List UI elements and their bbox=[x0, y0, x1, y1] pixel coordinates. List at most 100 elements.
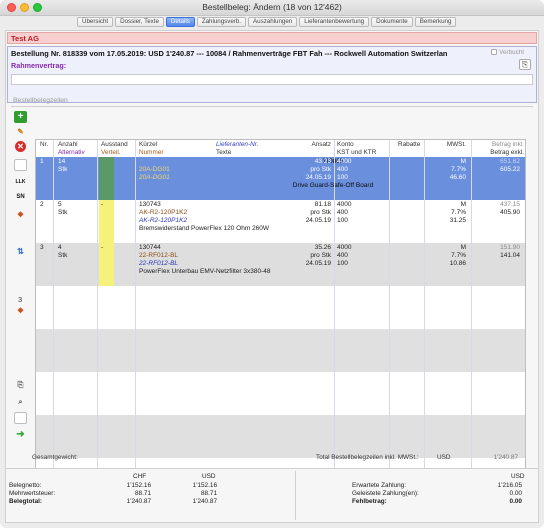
geleistete-zahlung-label: Geleistete Zahlung(en): bbox=[352, 490, 419, 497]
sort-lines-button[interactable]: ⇅ bbox=[14, 246, 27, 258]
tab-dokumente[interactable]: Dokumente bbox=[371, 17, 413, 27]
header-kst-ktr[interactable]: KST und KTR bbox=[337, 149, 376, 157]
verbucht-checkbox[interactable]: Verbucht bbox=[491, 49, 524, 56]
header-alternativ[interactable]: Alternativ bbox=[58, 149, 85, 157]
header-mwst[interactable]: MWSt. bbox=[436, 141, 466, 149]
window-title: Bestellbeleg: Ändern (18 von 12'462) bbox=[202, 2, 342, 12]
attachment-button[interactable]: ⎘ bbox=[519, 59, 531, 70]
copy-line-button[interactable] bbox=[14, 159, 27, 171]
row-einheit: Stk bbox=[58, 252, 68, 259]
fehlbetrag-label: Fehlbetrag: bbox=[352, 498, 387, 505]
order-lines-table: 1 14 Stk 110805 20A-DG01 20A-DG01 Drive … bbox=[35, 139, 526, 480]
header-verteil[interactable]: Verteil. bbox=[101, 149, 121, 157]
stack-icon: ❖ bbox=[17, 210, 24, 219]
mwst-usd: 88.71 bbox=[201, 490, 217, 497]
table-row[interactable]: 3 4 Stk - 130744 22-RF012-BL 22-RF012-BL… bbox=[36, 243, 525, 286]
tab-dossier-texte[interactable]: Dossier, Texte bbox=[115, 17, 164, 27]
totals-panel: CHF USD Belegnetto: Mehrwertsteuer: Bele… bbox=[5, 468, 539, 523]
table-row[interactable]: 2 5 Stk - 130743 AK-R2-120P1K2 AK-R2-120… bbox=[36, 200, 525, 243]
group-icon: ❖ bbox=[17, 306, 24, 315]
delete-line-button[interactable]: ✕ bbox=[15, 141, 26, 152]
fehlbetrag-value: 0.00 bbox=[509, 498, 522, 505]
row-lieferanten-nr: AK-R2-120P1K2 bbox=[139, 217, 188, 224]
rahmenvertrag-label: Rahmenvertrag: bbox=[11, 61, 67, 70]
edit-line-button[interactable]: ✎ bbox=[14, 126, 27, 138]
column-divider bbox=[334, 140, 335, 479]
status-indicator bbox=[99, 157, 114, 200]
column-divider bbox=[135, 140, 136, 479]
row-einheit: Stk bbox=[58, 166, 68, 173]
arrow-right-icon: ➜ bbox=[16, 429, 25, 440]
row-mwst-amount: 46.60 bbox=[449, 174, 466, 181]
tab-lieferantenbewertung[interactable]: Lieferantenbewertung bbox=[299, 17, 370, 27]
row-anzahl: 4 bbox=[58, 244, 62, 251]
row-text: Drive Guard-Safe-Off Board bbox=[292, 182, 374, 189]
company-bar: Test AG bbox=[7, 32, 537, 44]
search-line-button[interactable]: ⌕ bbox=[14, 396, 27, 408]
mwst-chf: 88.71 bbox=[135, 490, 151, 497]
pencil-icon: ✎ bbox=[17, 127, 24, 136]
chf-header: CHF bbox=[133, 473, 147, 480]
tab-auszahlungen[interactable]: Auszahlungen bbox=[248, 17, 298, 27]
tab-details[interactable]: Details bbox=[165, 17, 195, 27]
transfer-line-button[interactable]: ➜ bbox=[14, 429, 27, 441]
line-sheet-button[interactable] bbox=[14, 412, 27, 424]
row-mwst-rate: 7.7% bbox=[451, 166, 466, 173]
row-kst: 400 bbox=[337, 252, 348, 259]
sn-button[interactable]: SN bbox=[14, 191, 27, 203]
row-nr: 1 bbox=[40, 158, 44, 165]
row-kst: 400 bbox=[337, 166, 348, 173]
row-betrag-exkl: 405.90 bbox=[500, 209, 520, 216]
header-betrag-exkl[interactable]: Betrag exkl. bbox=[476, 149, 524, 157]
header-texte[interactable]: Texte bbox=[216, 149, 231, 157]
row-ausstand: - bbox=[101, 201, 104, 208]
header-kuerzel[interactable]: Kürzel bbox=[139, 141, 157, 149]
group-lines-button[interactable]: ❖ bbox=[14, 305, 27, 317]
row-nummer: 20A-DG01 bbox=[139, 166, 170, 173]
row-mwst-code: M bbox=[460, 244, 466, 251]
header-anzahl[interactable]: Anzahl bbox=[58, 141, 78, 149]
belegtotal-label: Belegtotal: bbox=[9, 498, 43, 505]
mwst-label: Mehrwertsteuer: bbox=[9, 490, 56, 497]
llk-button[interactable]: LLK bbox=[14, 176, 27, 188]
header-betrag-inkl[interactable]: Betrag inkl. bbox=[476, 141, 524, 149]
row-einheit: Stk bbox=[58, 209, 68, 216]
header-nr[interactable]: Nr. bbox=[40, 141, 48, 149]
column-divider bbox=[424, 140, 425, 479]
add-line-button[interactable]: + bbox=[14, 111, 27, 123]
total-lines-label: Total Bestellbelegzeilen inkl. MWSt.: bbox=[316, 454, 419, 461]
rahmenvertrag-field[interactable] bbox=[11, 74, 533, 85]
row-konto: 4000 bbox=[337, 158, 352, 165]
row-betrag-inkl: 151.90 bbox=[500, 244, 520, 251]
row-mwst-code: M bbox=[460, 158, 466, 165]
row-ansatz: 35.26 bbox=[314, 244, 331, 251]
header-ausstand[interactable]: Ausstand bbox=[101, 141, 128, 149]
header-nummer[interactable]: Nummer bbox=[139, 149, 164, 157]
right-currency: USD bbox=[511, 473, 525, 480]
header-ansatz[interactable]: Ansatz bbox=[286, 141, 331, 149]
section-label: Bestellbelegzeilen bbox=[13, 97, 68, 104]
usd-header: USD bbox=[202, 473, 216, 480]
erwartete-zahlung-label: Erwartete Zahlung: bbox=[352, 482, 406, 489]
row-kst: 400 bbox=[337, 209, 348, 216]
total-lines-value: 1'240.87 bbox=[493, 454, 518, 461]
table-row[interactable]: 1 14 Stk 110805 20A-DG01 20A-DG01 Drive … bbox=[36, 157, 525, 200]
tab-bemerkung[interactable]: Bemerkung bbox=[414, 17, 457, 27]
tab-zahlungsverb[interactable]: Zahlungsverb. bbox=[196, 17, 247, 27]
header-rabatte[interactable]: Rabatte bbox=[398, 141, 420, 149]
row-nummer: AK-R2-120P1K2 bbox=[139, 209, 188, 216]
multi-select-button[interactable]: ❖ bbox=[14, 209, 27, 221]
header-lieferanten-nr[interactable]: Lieferanten-Nr. bbox=[216, 141, 258, 149]
row-ansatz-unit: pro Stk bbox=[310, 252, 331, 259]
header-konto[interactable]: Konto bbox=[337, 141, 354, 149]
row-konto: 4000 bbox=[337, 244, 352, 251]
row-lieferanten-nr: 20A-DG01 bbox=[139, 174, 170, 181]
belegtotal-usd: 1'240.87 bbox=[192, 498, 217, 505]
column-divider bbox=[97, 140, 98, 479]
empty-row bbox=[36, 329, 525, 372]
section-divider bbox=[11, 106, 533, 107]
row-mwst-code: M bbox=[460, 201, 466, 208]
row-betrag-inkl: 651.62 bbox=[500, 158, 520, 165]
line-attachment-button[interactable]: ⎘ bbox=[14, 379, 27, 391]
tab-uebersicht[interactable]: Übersicht bbox=[77, 17, 114, 27]
